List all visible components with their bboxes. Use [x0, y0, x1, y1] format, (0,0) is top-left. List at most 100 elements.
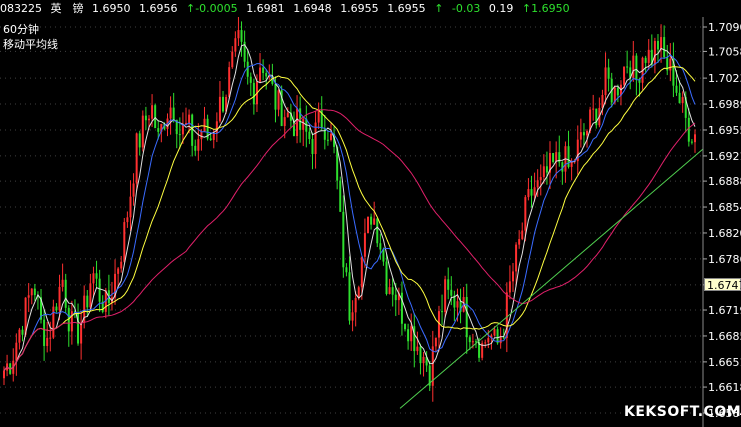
quote-value-6: 1.6955: [387, 2, 426, 15]
candle-body: [197, 139, 200, 151]
candle-body: [252, 82, 255, 105]
candle-body: [132, 183, 135, 197]
candle-body: [286, 112, 289, 118]
candle-body: [129, 196, 132, 218]
candle-body: [172, 107, 175, 120]
candle-body: [200, 131, 203, 140]
candle-body: [536, 180, 539, 188]
watermark-text: KEKSOFT.COM: [624, 404, 741, 420]
candle-body: [422, 356, 425, 364]
candle-body: [579, 132, 582, 140]
candle-body: [456, 301, 459, 308]
candle-body: [249, 76, 252, 83]
candle-body: [542, 166, 545, 178]
candle-body: [188, 114, 191, 123]
quote-value-1: 1.6950: [92, 2, 131, 15]
candle-body: [678, 92, 681, 104]
candle-body: [89, 283, 92, 308]
symbol-name: 英 镑: [50, 2, 84, 15]
candle-body: [623, 66, 626, 85]
candle-body: [521, 230, 524, 240]
candle-body: [385, 261, 388, 294]
candle-body: [465, 296, 468, 338]
candle-body: [447, 279, 450, 290]
candle-body: [237, 30, 240, 39]
indicator-label: 移动平均线: [3, 37, 58, 51]
candle-body: [203, 118, 206, 132]
quote-change-2: -0.03: [451, 2, 481, 15]
y-tick-label: 1.6955: [708, 124, 741, 137]
candle-body: [644, 57, 647, 63]
candle-body: [592, 108, 595, 110]
candle-body: [660, 37, 663, 50]
candle-body: [345, 267, 348, 273]
candle-body: [212, 133, 215, 140]
candle-body: [92, 273, 95, 284]
candle-body: [518, 239, 521, 245]
candle-body: [410, 326, 413, 342]
chart-canvas[interactable]: 1.7090 1.7058 1.7023 1.6989 1.6955 1.6921 1.68…: [0, 17, 741, 427]
candle-body: [222, 96, 225, 112]
y-tick-label: 1.6786: [708, 253, 741, 266]
candle-body: [511, 271, 514, 282]
candle-body: [663, 37, 666, 58]
candle-body: [178, 134, 181, 136]
candle-body: [474, 341, 477, 343]
candle-body: [308, 131, 311, 140]
candle-body: [46, 337, 49, 346]
candle-body: [533, 187, 536, 196]
candle-body: [669, 58, 672, 71]
candle-body: [218, 96, 221, 122]
candle-body: [18, 329, 21, 343]
candle-body: [687, 117, 690, 142]
candle-body: [135, 133, 138, 184]
candle-body: [444, 279, 447, 313]
candle-body: [126, 217, 129, 223]
candle-body: [228, 67, 231, 98]
candle-body: [283, 117, 286, 127]
candle-body: [586, 130, 589, 136]
y-tick-label: 1.6618: [708, 381, 741, 394]
candle-body: [382, 249, 385, 262]
candle-body: [373, 218, 376, 225]
candle-body: [570, 161, 573, 167]
candle-body: [370, 216, 373, 225]
candle-body: [508, 281, 511, 293]
candle-body: [348, 272, 351, 321]
quote-value-5: 1.6955: [340, 2, 379, 15]
candle-body: [450, 289, 453, 296]
quote-bar: 083225 英 镑 1.6950 1.6956 ↑-0.0005 1.6981…: [0, 0, 741, 18]
y-tick-label: 1.6921: [708, 150, 741, 163]
candle-body: [484, 342, 487, 344]
y-tick-label: 1.6820: [708, 227, 741, 240]
candle-body: [604, 67, 607, 96]
candle-body: [499, 337, 502, 344]
y-tick-label: 1.6651: [708, 356, 741, 369]
candle-body: [191, 114, 194, 146]
candle-body: [64, 279, 67, 308]
y-tick-label: 1.6719: [708, 304, 741, 317]
candle-body: [656, 40, 659, 50]
candle-body: [277, 90, 280, 110]
candle-body: [265, 73, 268, 77]
candle-body: [404, 323, 407, 330]
candle-body: [240, 30, 243, 42]
candle-body: [582, 132, 585, 136]
candle-body: [545, 166, 548, 173]
candle-body: [681, 97, 684, 104]
candle-body: [52, 306, 55, 338]
candle-body: [690, 141, 693, 143]
candle-body: [694, 134, 696, 143]
candle-body: [339, 180, 342, 212]
y-tick-label: 1.7090: [708, 21, 741, 34]
candle-body: [391, 287, 394, 295]
candle-body: [3, 370, 5, 379]
candle-body: [58, 286, 61, 311]
quote-arrow: ↑: [434, 2, 444, 15]
candle-body: [329, 133, 332, 140]
candle-body: [434, 337, 437, 347]
candle-body: [27, 295, 30, 298]
candle-body: [49, 337, 52, 339]
candle-body: [80, 322, 83, 344]
candle-body: [394, 294, 397, 301]
